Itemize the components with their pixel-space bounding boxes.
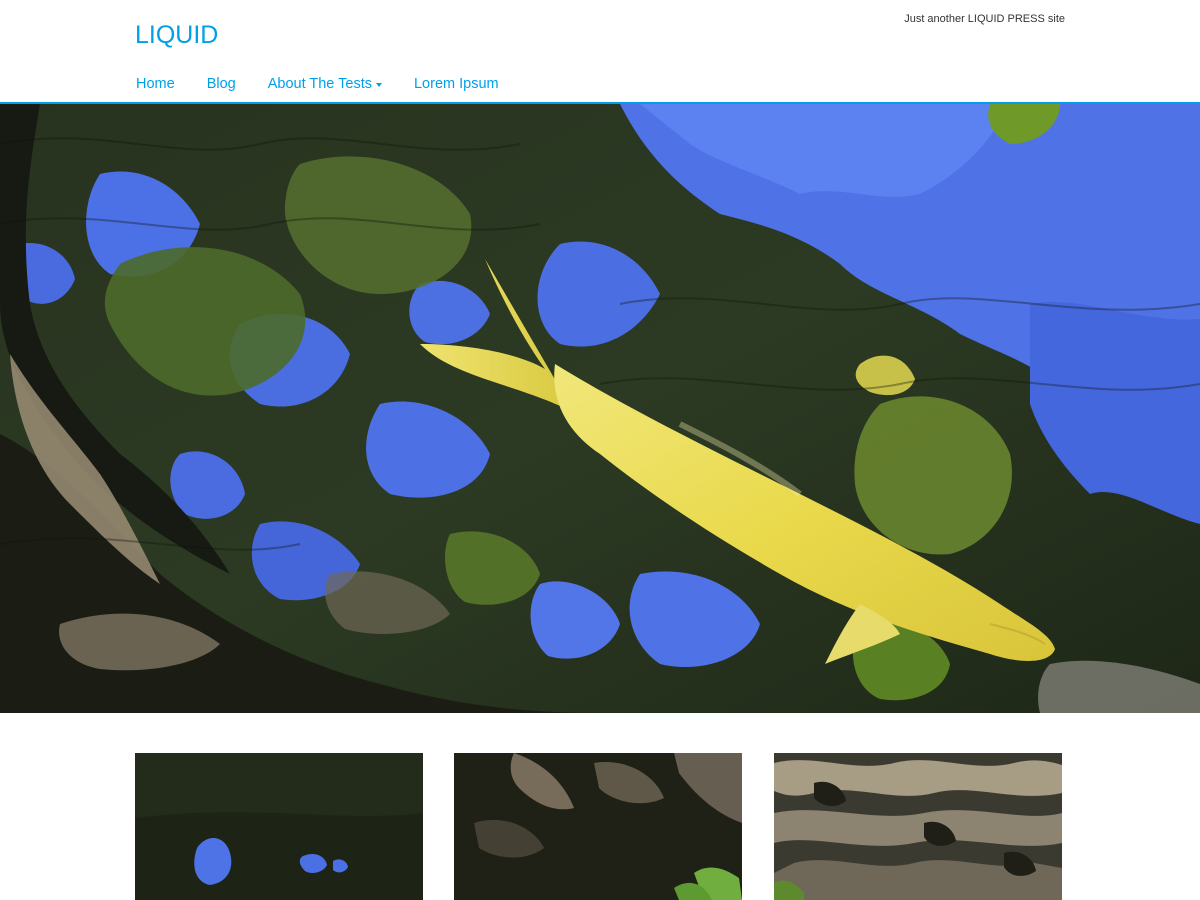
nav-item-label: About The Tests	[267, 76, 372, 92]
nav-item-label: Blog	[206, 76, 236, 92]
koi-fish-pond-photo	[0, 104, 1200, 713]
site-tagline: Just another LIQUID PRESS site	[904, 13, 1065, 25]
hero-image	[0, 104, 1200, 713]
caret-down-icon	[375, 83, 382, 87]
nav-item-about-the-tests[interactable]: About The Tests	[268, 74, 382, 94]
site-header: LIQUID Just another LIQUID PRESS site Ho…	[0, 0, 1200, 104]
nav-item-label: Lorem Ipsum	[413, 76, 499, 92]
dark-water-with-blue-reflection-photo	[135, 753, 423, 900]
nav-item-home[interactable]: Home	[136, 74, 175, 94]
featured-cards	[0, 753, 1200, 900]
nav-item-lorem-ipsum[interactable]: Lorem Ipsum	[414, 74, 499, 94]
light-rippled-water-photo	[774, 753, 1062, 900]
card-image-2[interactable]	[454, 753, 742, 900]
main-nav: Home Blog About The Tests Lorem Ipsum	[136, 74, 531, 94]
card-image-1[interactable]	[135, 753, 423, 900]
nav-item-label: Home	[136, 76, 175, 92]
nav-item-blog[interactable]: Blog	[207, 74, 236, 94]
site-logo[interactable]: LIQUID	[135, 20, 218, 50]
rippled-water-with-leaves-photo	[454, 753, 742, 900]
card-image-3[interactable]	[774, 753, 1062, 900]
